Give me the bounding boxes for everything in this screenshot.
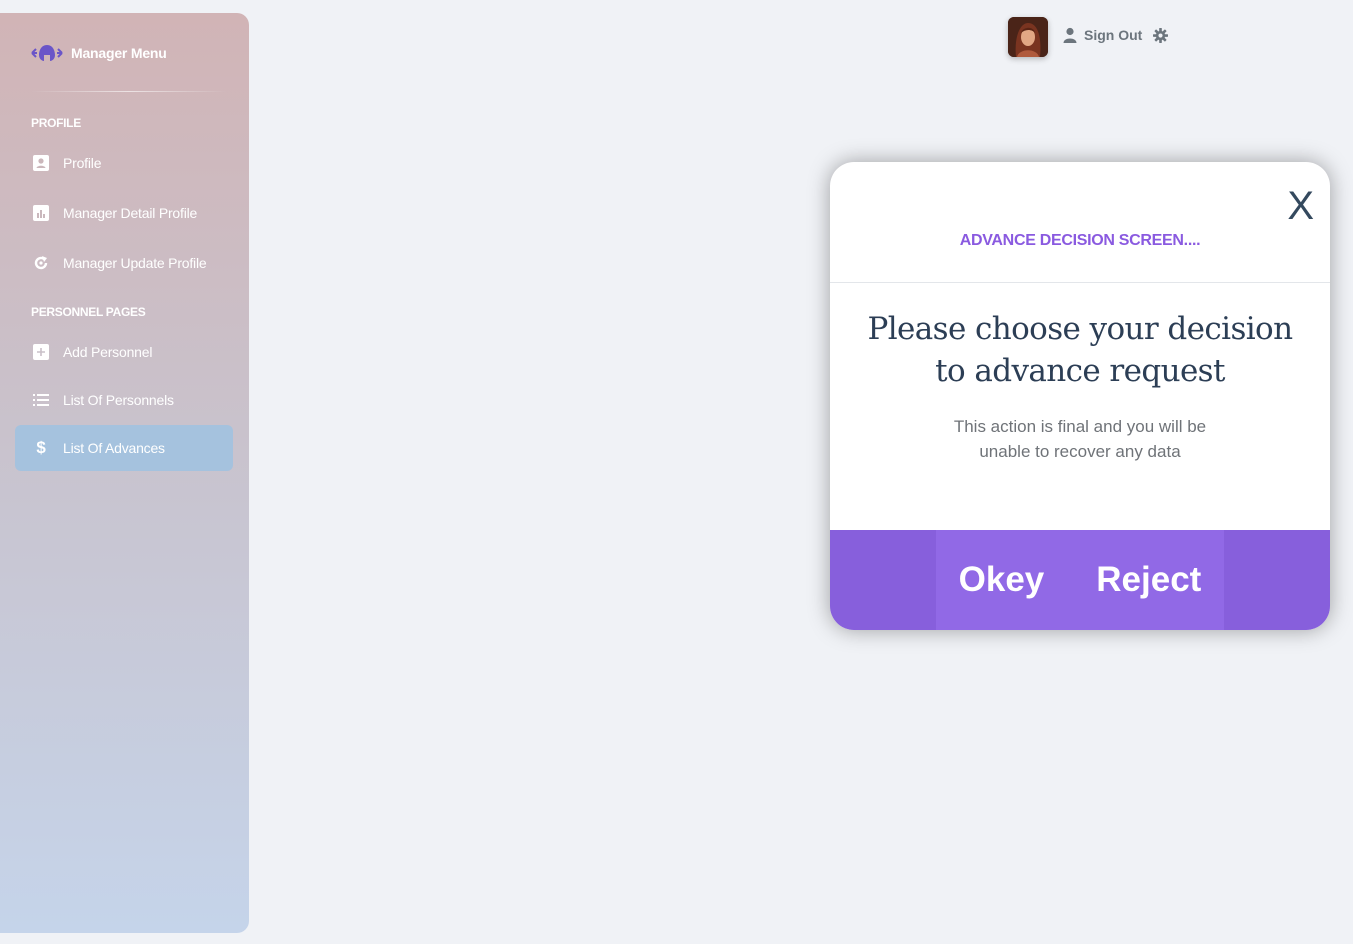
advance-decision-modal: X ADVANCE DECISION SCREEN.... Please cho… <box>830 162 1330 630</box>
user-icon <box>1063 27 1077 43</box>
sidebar-item-profile[interactable]: Profile <box>15 140 233 186</box>
profile-card-icon <box>32 154 50 172</box>
modal-description: This action is final and you will be una… <box>953 417 1207 461</box>
modal-heading: Please choose your decision to advance r… <box>867 311 1293 389</box>
close-button[interactable]: X <box>1287 186 1314 226</box>
sidebar: Manager Menu PROFILE Profile Manager Det… <box>0 13 249 933</box>
sidebar-item-label: List Of Personnels <box>63 392 174 408</box>
sidebar-item-list-of-personnels[interactable]: List Of Personnels <box>15 377 233 423</box>
sidebar-item-label: Profile <box>63 155 102 171</box>
settings-button[interactable] <box>1153 28 1168 48</box>
avatar[interactable] <box>1008 17 1048 57</box>
dollar-icon: $ <box>36 438 46 457</box>
section-title-profile: PROFILE <box>31 116 81 130</box>
refresh-icon <box>32 254 50 272</box>
brand-logo-icon <box>31 45 63 61</box>
modal-footer: Okey Reject <box>830 530 1330 630</box>
sidebar-item-manager-detail-profile[interactable]: Manager Detail Profile <box>15 190 233 236</box>
sidebar-item-manager-update-profile[interactable]: Manager Update Profile <box>15 240 233 286</box>
sidebar-item-list-of-advances[interactable]: $ List Of Advances <box>15 425 233 471</box>
plus-square-icon <box>32 343 50 361</box>
sign-out-button[interactable]: Sign Out <box>1063 27 1142 43</box>
gear-icon <box>1153 28 1168 43</box>
chart-icon <box>32 204 50 222</box>
brand-title: Manager Menu <box>71 45 167 61</box>
modal-divider <box>830 282 1330 283</box>
section-title-personnel-pages: PERSONNEL PAGES <box>31 305 146 319</box>
reject-button[interactable]: Reject <box>1070 560 1227 600</box>
avatar-portrait-icon <box>1008 17 1048 57</box>
sidebar-item-label: Manager Update Profile <box>63 255 207 271</box>
brand[interactable]: Manager Menu <box>31 43 167 63</box>
sidebar-divider <box>31 91 227 92</box>
sidebar-item-label: List Of Advances <box>63 440 165 456</box>
sidebar-item-label: Add Personnel <box>63 344 153 360</box>
sidebar-item-add-personnel[interactable]: Add Personnel <box>15 329 233 375</box>
list-icon <box>32 391 50 409</box>
modal-title: ADVANCE DECISION SCREEN.... <box>959 232 1201 249</box>
okey-button[interactable]: Okey <box>933 560 1071 600</box>
sidebar-item-label: Manager Detail Profile <box>63 205 198 221</box>
sign-out-label: Sign Out <box>1084 27 1143 43</box>
decision-button-group: Okey Reject <box>936 530 1224 630</box>
